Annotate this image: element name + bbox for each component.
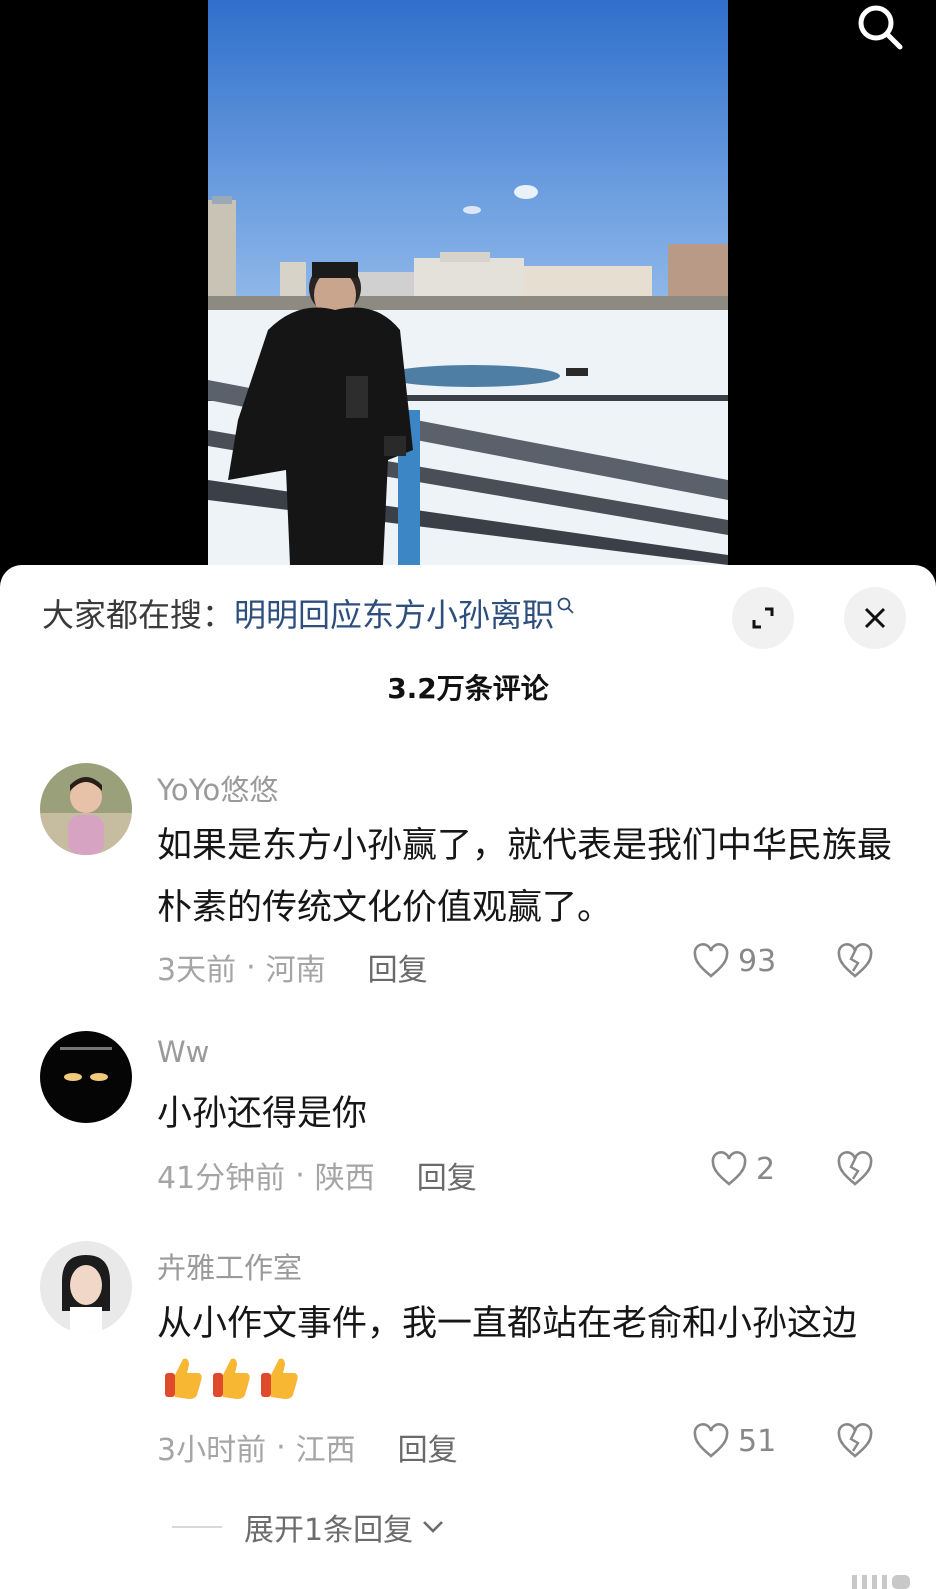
comment-meta: 41分钟前 · 陕西 回复 <box>157 1153 477 1197</box>
reply-button[interactable]: 回复 <box>368 945 428 989</box>
chevron-down-icon <box>423 1521 444 1533</box>
reply-button[interactable]: 回复 <box>398 1425 458 1469</box>
reply-button[interactable]: 回复 <box>417 1153 477 1197</box>
system-indicator-icon <box>852 1575 910 1589</box>
expand-button[interactable] <box>732 587 794 649</box>
like-button[interactable]: 51 <box>692 1423 776 1459</box>
meta-separator: · <box>295 1157 305 1193</box>
expand-replies-label: 展开1条回复 <box>244 1513 414 1548</box>
comment-location: 江西 <box>295 1433 356 1468</box>
comment-item: YoYo悠悠 如果是东方小孙赢了，就代表是我们中华民族最朴素的传统文化价值观赢了… <box>0 763 936 1003</box>
dislike-button[interactable] <box>836 1423 874 1463</box>
meta-separator: · <box>246 949 256 985</box>
comment-count: 3.2万条评论 <box>387 672 549 705</box>
divider-line <box>172 1526 222 1528</box>
comment-username[interactable]: YoYo悠悠 <box>157 767 278 809</box>
comment-meta: 3天前 · 河南 回复 <box>157 945 428 989</box>
comment-time: 3天前 <box>157 953 237 988</box>
dislike-button[interactable] <box>836 1151 874 1191</box>
close-button[interactable] <box>844 587 906 649</box>
comment-text: 如果是东方小孙赢了，就代表是我们中华民族最朴素的传统文化价值观赢了。 <box>157 826 893 928</box>
expand-replies-button[interactable]: 展开1条回复 <box>172 1505 447 1549</box>
video-player[interactable] <box>0 0 936 580</box>
trending-search-prefix: 大家都在搜： <box>42 596 235 634</box>
broken-heart-icon <box>837 943 873 978</box>
search-button[interactable] <box>850 4 910 56</box>
trending-search-link[interactable]: 明明回应东方小孙离职 <box>234 590 554 636</box>
like-button[interactable]: 93 <box>692 943 776 979</box>
comment-item: Ww 小孙还得是你 41分钟前 · 陕西 回复 2 <box>0 1031 936 1196</box>
close-icon <box>864 607 886 629</box>
thumbs-up-emoji <box>209 1355 253 1421</box>
video-frame <box>208 0 728 565</box>
thumbs-up-emoji <box>161 1355 205 1421</box>
like-count: 2 <box>756 1151 776 1187</box>
comment-text: 小孙还得是你 <box>157 1094 368 1134</box>
like-button[interactable]: 2 <box>710 1151 775 1187</box>
heart-icon <box>711 1151 747 1186</box>
comment-meta: 3小时前 · 江西 回复 <box>157 1425 458 1469</box>
comment-time: 41分钟前 <box>157 1161 286 1196</box>
comment-location: 陕西 <box>314 1161 375 1196</box>
comment-item: 卉雅工作室 从小作文事件，我一直都站在老俞和小孙这边 3小时前 · 江西 回复 … <box>0 1241 936 1571</box>
comment-text-body: 从小作文事件，我一直都站在老俞和小孙这边 <box>157 1304 858 1344</box>
expand-icon <box>752 607 774 629</box>
like-count: 51 <box>738 1423 777 1459</box>
small-search-icon <box>557 597 574 614</box>
video-scene-image <box>208 0 728 565</box>
trending-search-row: 大家都在搜： 明明回应东方小孙离职 <box>42 590 576 636</box>
comments-sheet: 大家都在搜： 明明回应东方小孙离职 3.2万条评论 YoYo悠悠 如果是东方小孙… <box>0 565 936 1589</box>
avatar[interactable] <box>40 1031 132 1123</box>
thumbs-up-emoji <box>257 1355 301 1421</box>
comment-username[interactable]: Ww <box>157 1035 209 1069</box>
comment-location: 河南 <box>265 953 326 988</box>
like-count: 93 <box>738 943 777 979</box>
comment-time: 3小时前 <box>157 1433 267 1468</box>
meta-separator: · <box>276 1429 286 1465</box>
heart-icon <box>693 943 729 978</box>
heart-icon <box>693 1423 729 1458</box>
dislike-button[interactable] <box>836 943 874 983</box>
avatar[interactable] <box>40 763 132 855</box>
broken-heart-icon <box>837 1151 873 1186</box>
search-icon <box>858 5 903 50</box>
comment-text: 从小作文事件，我一直都站在老俞和小孙这边 <box>157 1293 897 1421</box>
broken-heart-icon <box>837 1423 873 1458</box>
avatar[interactable] <box>40 1241 132 1333</box>
comment-username[interactable]: 卉雅工作室 <box>157 1245 302 1287</box>
